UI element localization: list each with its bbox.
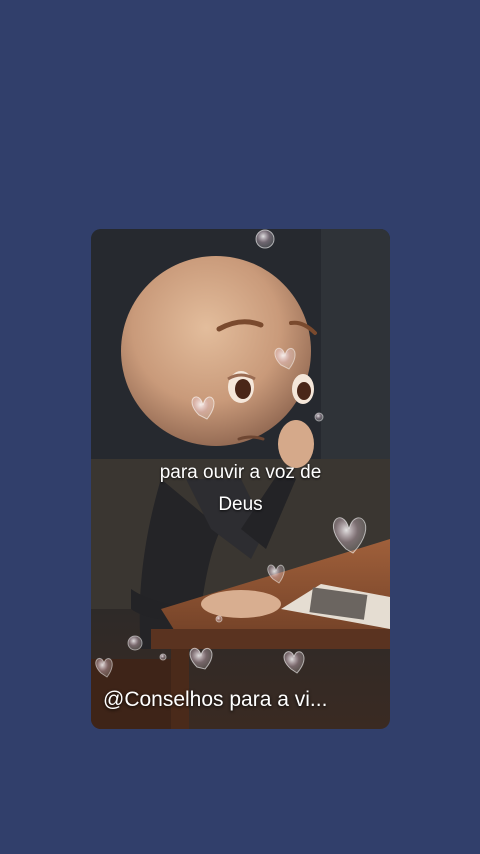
channel-watermark: @Conselhos para a vi... [103, 688, 328, 711]
video-caption: para ouvir a voz de Deus [91, 457, 390, 521]
caption-line-1: para ouvir a voz de [159, 462, 322, 483]
video-card[interactable]: para ouvir a voz de Deus @Conselhos para… [91, 229, 390, 729]
caption-line-2: Deus [218, 494, 263, 515]
